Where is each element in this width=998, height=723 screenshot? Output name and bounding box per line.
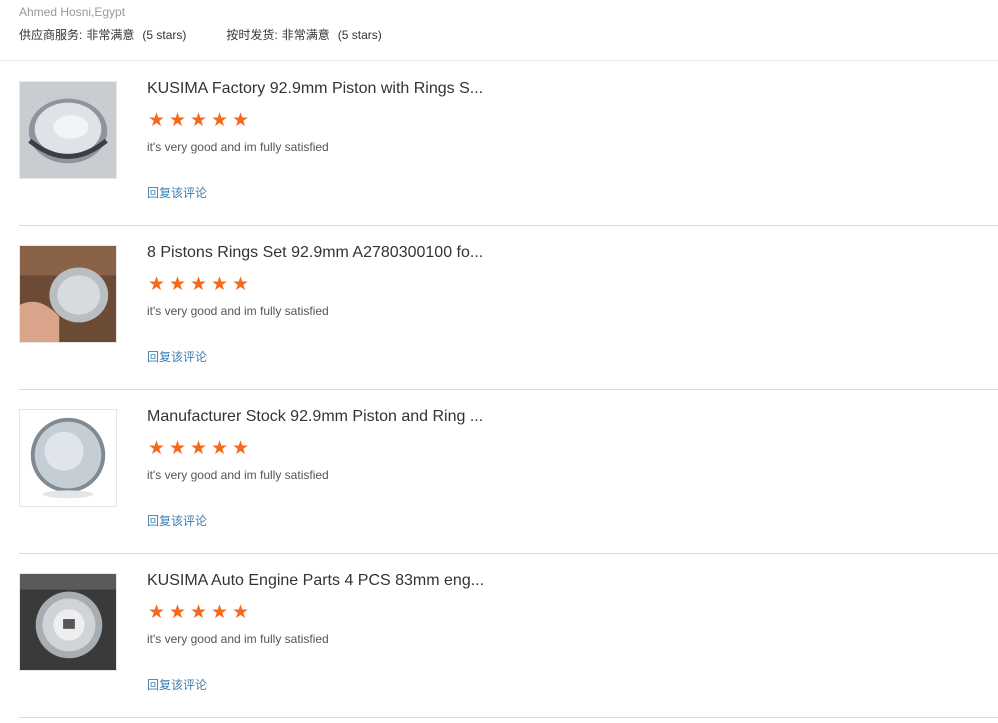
review-item: KUSIMA Auto Engine Parts 4 PCS 83mm eng.…	[19, 553, 998, 718]
review-item: Manufacturer Stock 92.9mm Piston and Rin…	[19, 389, 998, 554]
product-thumbnail[interactable]	[19, 409, 117, 507]
star-icon: ★	[189, 602, 208, 623]
star-icon: ★	[147, 438, 166, 459]
rating-stars-text: (5 stars)	[142, 28, 187, 42]
star-icon: ★	[231, 110, 250, 131]
product-title-link[interactable]: Manufacturer Stock 92.9mm Piston and Rin…	[147, 407, 487, 427]
review-header: Ahmed Hosni,Egypt 供应商服务: 非常满意 (5 stars) …	[19, 5, 989, 42]
piston-image	[20, 574, 116, 670]
review-comment: it's very good and im fully satisfied	[147, 468, 329, 482]
review-item: 8 Pistons Rings Set 92.9mm A2780300100 f…	[19, 225, 998, 390]
seller-ratings: 供应商服务: 非常满意 (5 stars) 按时发货: 非常满意 (5 star…	[19, 28, 989, 42]
star-icon: ★	[210, 438, 229, 459]
review-rating-stars: ★ ★ ★ ★ ★	[147, 111, 250, 131]
reply-link[interactable]: 回复该评论	[147, 514, 207, 528]
reviewer-name: Ahmed Hosni,Egypt	[19, 5, 126, 19]
product-title-link[interactable]: KUSIMA Auto Engine Parts 4 PCS 83mm eng.…	[147, 571, 487, 591]
piston-image	[20, 246, 116, 342]
product-title-link[interactable]: 8 Pistons Rings Set 92.9mm A2780300100 f…	[147, 243, 487, 263]
review-comment: it's very good and im fully satisfied	[147, 140, 329, 154]
star-icon: ★	[189, 274, 208, 295]
rating-value: 非常满意	[86, 28, 135, 42]
review-comment: it's very good and im fully satisfied	[147, 632, 329, 646]
star-icon: ★	[168, 110, 187, 131]
star-icon: ★	[168, 602, 187, 623]
star-icon: ★	[189, 438, 208, 459]
rating-stars-text: (5 stars)	[337, 28, 382, 42]
review-item: KUSIMA Factory 92.9mm Piston with Rings …	[19, 61, 998, 226]
star-icon: ★	[168, 274, 187, 295]
star-icon: ★	[210, 274, 229, 295]
star-icon: ★	[210, 602, 229, 623]
supplier-service-rating: 供应商服务: 非常满意 (5 stars)	[19, 28, 186, 42]
reply-link[interactable]: 回复该评论	[147, 350, 207, 364]
star-icon: ★	[168, 438, 187, 459]
star-icon: ★	[147, 602, 166, 623]
on-time-delivery-rating: 按时发货: 非常满意 (5 stars)	[226, 28, 381, 42]
star-icon: ★	[189, 110, 208, 131]
rating-label: 按时发货:	[226, 28, 278, 42]
review-rating-stars: ★ ★ ★ ★ ★	[147, 439, 250, 459]
star-icon: ★	[231, 602, 250, 623]
rating-value: 非常满意	[281, 28, 330, 42]
reply-link[interactable]: 回复该评论	[147, 186, 207, 200]
review-rating-stars: ★ ★ ★ ★ ★	[147, 275, 250, 295]
rating-label: 供应商服务:	[19, 28, 83, 42]
reply-link[interactable]: 回复该评论	[147, 678, 207, 692]
review-comment: it's very good and im fully satisfied	[147, 304, 329, 318]
product-thumbnail[interactable]	[19, 81, 117, 179]
star-icon: ★	[210, 110, 229, 131]
review-rating-stars: ★ ★ ★ ★ ★	[147, 603, 250, 623]
product-thumbnail[interactable]	[19, 245, 117, 343]
piston-image	[20, 82, 116, 178]
star-icon: ★	[147, 110, 166, 131]
product-thumbnail[interactable]	[19, 573, 117, 671]
piston-image	[20, 410, 116, 506]
product-title-link[interactable]: KUSIMA Factory 92.9mm Piston with Rings …	[147, 79, 487, 99]
star-icon: ★	[231, 274, 250, 295]
star-icon: ★	[147, 274, 166, 295]
star-icon: ★	[231, 438, 250, 459]
